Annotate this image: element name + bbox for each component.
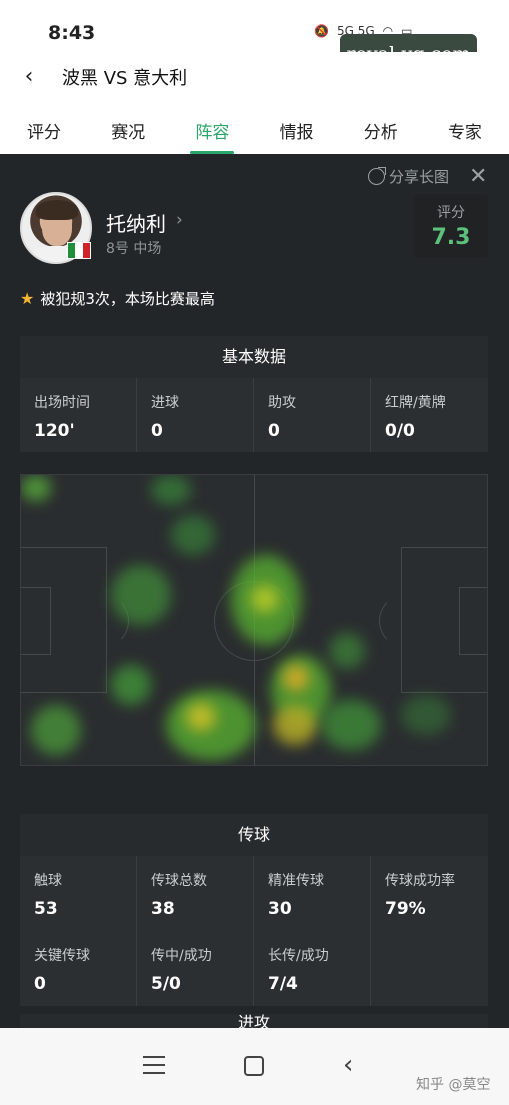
share-button[interactable]: 分享长图 — [368, 166, 449, 187]
italy-flag-icon — [67, 242, 91, 259]
player-name[interactable]: 托纳利 — [106, 208, 166, 237]
share-label: 分享长图 — [389, 168, 450, 186]
tab-live[interactable]: 赛况 — [104, 104, 152, 154]
stat-empty — [371, 931, 488, 1006]
tab-bar: 评分 赛况 阵容 情报 分析 专家 — [0, 104, 509, 154]
rating-box: 评分 7.3 — [414, 194, 488, 258]
passing-section: 传球 触球 53 传球总数 38 精准传球 30 传球成功率 79% 关键传球 … — [20, 814, 488, 1006]
basic-stats-grid: 出场时间 120' 进球 0 助攻 0 红牌/黄牌 0/0 — [20, 378, 488, 452]
stat-long-balls: 长传/成功 7/4 — [254, 931, 371, 1006]
tab-rating[interactable]: 评分 — [20, 104, 68, 154]
stat-goals: 进球 0 — [137, 378, 254, 452]
back-button[interactable]: ‹ — [16, 62, 42, 90]
stat-accurate-passes: 精准传球 30 — [254, 856, 371, 931]
stat-minutes: 出场时间 120' — [20, 378, 137, 452]
header: ‹ 波黑 VS 意大利 — [0, 52, 509, 100]
section-title: 基本数据 — [20, 336, 488, 378]
mute-icon: 🔕 — [314, 24, 329, 38]
tab-analysis[interactable]: 分析 — [357, 104, 405, 154]
stat-assists: 助攻 0 — [254, 378, 371, 452]
stat-key-passes: 关键传球 0 — [20, 931, 137, 1006]
chevron-right-icon[interactable]: › — [176, 210, 183, 230]
heatmap-pitch — [20, 474, 488, 766]
passing-stats-grid: 触球 53 传球总数 38 精准传球 30 传球成功率 79% 关键传球 0 传… — [20, 856, 488, 1006]
close-icon[interactable]: ✕ — [469, 164, 487, 189]
section-title: 传球 — [20, 814, 488, 856]
page-title: 波黑 VS 意大利 — [62, 68, 188, 89]
stat-pass-accuracy: 传球成功率 79% — [385, 873, 455, 919]
star-icon: ★ — [20, 289, 35, 308]
tab-lineup[interactable]: 阵容 — [188, 104, 236, 154]
basic-stats-section: 基本数据 出场时间 120' 进球 0 助攻 0 红牌/黄牌 0/0 — [20, 336, 488, 452]
note-text: 被犯规3次，本场比赛最高 — [40, 290, 215, 308]
tab-expert[interactable]: 专家 — [441, 104, 489, 154]
rating-label: 评分 — [437, 205, 465, 221]
player-note: ★ 被犯规3次，本场比赛最高 — [20, 288, 215, 309]
right-goal-box — [459, 587, 487, 655]
stat-touches: 触球 53 — [20, 856, 137, 931]
status-time: 8:43 — [48, 22, 96, 44]
tab-intel[interactable]: 情报 — [273, 104, 321, 154]
footer-watermark: 知乎 @莫空 — [416, 1077, 491, 1093]
stat-cards: 红牌/黄牌 0/0 — [385, 395, 446, 441]
rating-value: 7.3 — [431, 225, 471, 250]
menu-icon[interactable] — [143, 1056, 165, 1074]
back-icon[interactable]: ‹ — [343, 1050, 353, 1080]
player-detail-panel: 分享长图 ✕ 托纳利 › 8号 中场 评分 7.3 ★ 被犯规3次，本场比赛最高… — [0, 154, 509, 1034]
right-arc — [379, 595, 429, 647]
system-nav-bar: ‹ 知乎 @莫空 — [0, 1028, 509, 1105]
chevron-left-icon: ‹ — [24, 63, 34, 89]
share-icon — [368, 167, 386, 185]
stat-crosses: 传中/成功 5/0 — [137, 931, 254, 1006]
left-goal-box — [21, 587, 51, 655]
player-position: 8号 中场 — [106, 241, 162, 257]
stat-total-passes: 传球总数 38 — [137, 856, 254, 931]
home-icon[interactable] — [244, 1056, 264, 1076]
